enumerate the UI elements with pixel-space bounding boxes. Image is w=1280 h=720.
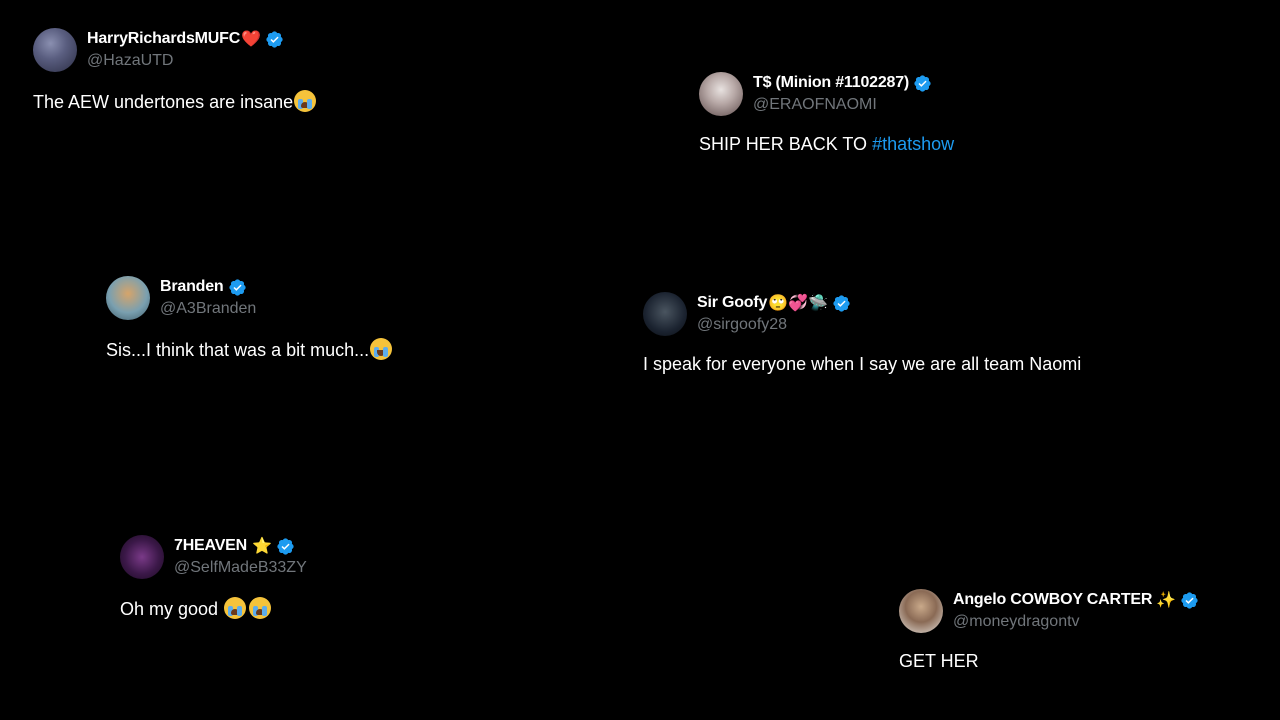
user-handle[interactable]: @SelfMadeB33ZY xyxy=(174,557,307,579)
tweet-card[interactable]: Sir Goofy 🙄💞🛸 @sirgoofy28 I speak for ev… xyxy=(643,292,1081,375)
crying-face-icon xyxy=(294,90,317,112)
avatar[interactable] xyxy=(699,72,743,116)
user-names: 7HEAVEN ⭐ @SelfMadeB33ZY xyxy=(174,535,307,579)
tweet-header: Angelo COWBOY CARTER ✨ @moneydragontv xyxy=(899,589,1199,633)
hashtag-link[interactable]: #thatshow xyxy=(872,134,954,154)
tweet-text: GET HER xyxy=(899,651,1199,672)
name-emoji-icons: 🙄💞🛸 xyxy=(768,293,828,312)
verified-badge-icon xyxy=(277,537,294,555)
tweet-header: Branden @A3Branden xyxy=(106,276,392,320)
avatar[interactable] xyxy=(899,589,943,633)
display-name[interactable]: 7HEAVEN xyxy=(174,535,247,557)
user-names: HarryRichardsMUFC ❤️ @HazaUTD xyxy=(87,28,284,72)
user-handle[interactable]: @ERAOFNAOMI xyxy=(753,94,932,116)
tweet-text-content: GET HER xyxy=(899,651,979,671)
name-row: T$ (Minion #1102287) xyxy=(753,72,932,94)
tweet-header: Sir Goofy 🙄💞🛸 @sirgoofy28 xyxy=(643,292,1081,336)
verified-badge-icon xyxy=(833,294,850,312)
avatar[interactable] xyxy=(106,276,150,320)
user-handle[interactable]: @moneydragontv xyxy=(953,611,1199,633)
avatar[interactable] xyxy=(643,292,687,336)
tweet-card[interactable]: T$ (Minion #1102287) @ERAOFNAOMI SHIP HE… xyxy=(699,72,954,155)
tweet-header: T$ (Minion #1102287) @ERAOFNAOMI xyxy=(699,72,954,116)
tweet-header: HarryRichardsMUFC ❤️ @HazaUTD xyxy=(33,28,316,72)
tweet-card[interactable]: Branden @A3Branden Sis...I think that wa… xyxy=(106,276,393,361)
tweet-text-content: The AEW undertones are insane xyxy=(33,92,294,112)
name-row: 7HEAVEN ⭐ xyxy=(174,535,307,557)
tweet-text: I speak for everyone when I say we are a… xyxy=(643,354,1081,375)
display-name[interactable]: HarryRichardsMUFC xyxy=(87,28,240,50)
name-row: Angelo COWBOY CARTER ✨ xyxy=(953,589,1199,611)
name-row: Sir Goofy 🙄💞🛸 xyxy=(697,292,851,314)
display-name[interactable]: Sir Goofy xyxy=(697,292,767,314)
avatar[interactable] xyxy=(33,28,77,72)
user-names: T$ (Minion #1102287) @ERAOFNAOMI xyxy=(753,72,932,116)
tweet-card[interactable]: HarryRichardsMUFC ❤️ @HazaUTD The AEW un… xyxy=(33,28,317,113)
display-name[interactable]: Branden xyxy=(160,276,224,298)
user-names: Branden @A3Branden xyxy=(160,276,256,320)
crying-face-icon xyxy=(249,597,272,619)
tweet-text: The AEW undertones are insane xyxy=(33,90,317,113)
tweet-header: 7HEAVEN ⭐ @SelfMadeB33ZY xyxy=(120,535,307,579)
heart-icon: ❤️ xyxy=(241,29,262,48)
tweet-card[interactable]: Angelo COWBOY CARTER ✨ @moneydragontv GE… xyxy=(899,589,1199,672)
avatar[interactable] xyxy=(120,535,164,579)
tears-of-joy-icon xyxy=(370,338,393,360)
user-names: Sir Goofy 🙄💞🛸 @sirgoofy28 xyxy=(697,292,851,336)
tweet-text: SHIP HER BACK TO #thatshow xyxy=(699,134,954,155)
sparkles-icon: ✨ xyxy=(1156,590,1177,609)
tweet-text-content: Sis...I think that was a bit much... xyxy=(106,340,370,360)
display-name[interactable]: T$ (Minion #1102287) xyxy=(753,72,909,94)
verified-badge-icon xyxy=(228,278,246,296)
tweet-text-content: Oh my good xyxy=(120,599,224,619)
user-handle[interactable]: @HazaUTD xyxy=(87,50,284,72)
tweet-text: Oh my good xyxy=(120,597,307,620)
tweet-text-content: SHIP HER BACK TO xyxy=(699,134,873,154)
verified-badge-icon xyxy=(1181,591,1198,609)
user-handle[interactable]: @A3Branden xyxy=(160,298,256,320)
name-row: Branden xyxy=(160,276,256,298)
tweet-collage: HarryRichardsMUFC ❤️ @HazaUTD The AEW un… xyxy=(0,0,1280,720)
name-row: HarryRichardsMUFC ❤️ xyxy=(87,28,284,50)
tweet-card[interactable]: 7HEAVEN ⭐ @SelfMadeB33ZY Oh my good xyxy=(120,535,307,620)
user-handle[interactable]: @sirgoofy28 xyxy=(697,314,851,336)
tweet-text-content: I speak for everyone when I say we are a… xyxy=(643,354,1082,374)
tweet-text: Sis...I think that was a bit much... xyxy=(106,338,393,361)
verified-badge-icon xyxy=(266,30,283,48)
crying-face-icon xyxy=(224,597,247,619)
star-icon: ⭐ xyxy=(252,536,272,555)
verified-badge-icon xyxy=(914,74,931,92)
display-name[interactable]: Angelo COWBOY CARTER xyxy=(953,589,1152,611)
user-names: Angelo COWBOY CARTER ✨ @moneydragontv xyxy=(953,589,1199,633)
